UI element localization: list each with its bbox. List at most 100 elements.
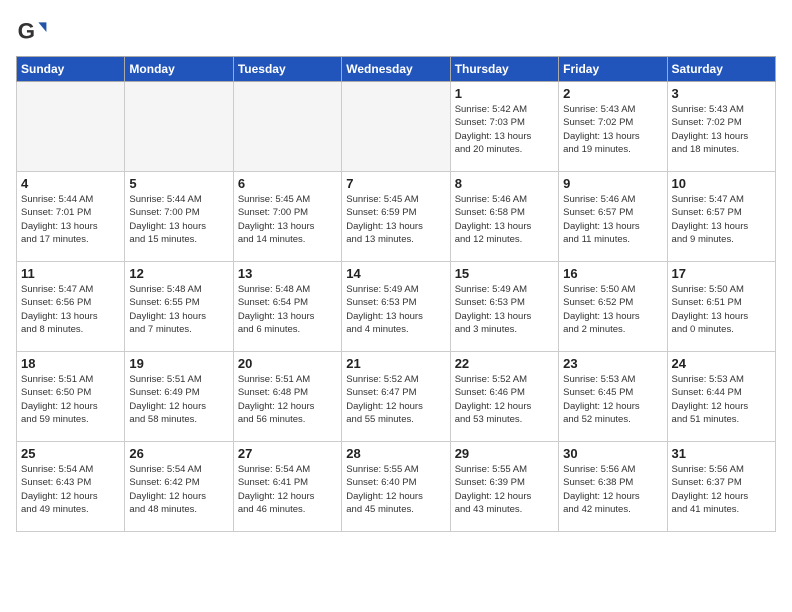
calendar-week-1: 1 Sunrise: 5:42 AM Sunset: 7:03 PM Daylig… [17, 82, 776, 172]
day-info: Sunrise: 5:53 AM Sunset: 6:45 PM Dayligh… [563, 373, 662, 426]
calendar-cell: 14 Sunrise: 5:49 AM Sunset: 6:53 PM Dayli… [342, 262, 450, 352]
calendar-cell: 15 Sunrise: 5:49 AM Sunset: 6:53 PM Dayli… [450, 262, 558, 352]
day-number: 19 [129, 356, 228, 371]
day-number: 5 [129, 176, 228, 191]
day-info: Sunrise: 5:52 AM Sunset: 6:47 PM Dayligh… [346, 373, 445, 426]
day-info: Sunrise: 5:43 AM Sunset: 7:02 PM Dayligh… [672, 103, 771, 156]
logo: G [16, 16, 52, 48]
svg-text:G: G [18, 18, 35, 43]
calendar-cell: 11 Sunrise: 5:47 AM Sunset: 6:56 PM Dayli… [17, 262, 125, 352]
day-info: Sunrise: 5:54 AM Sunset: 6:43 PM Dayligh… [21, 463, 120, 516]
col-header-monday: Monday [125, 57, 233, 82]
day-number: 15 [455, 266, 554, 281]
day-info: Sunrise: 5:47 AM Sunset: 6:57 PM Dayligh… [672, 193, 771, 246]
day-info: Sunrise: 5:55 AM Sunset: 6:39 PM Dayligh… [455, 463, 554, 516]
calendar-cell: 3 Sunrise: 5:43 AM Sunset: 7:02 PM Daylig… [667, 82, 775, 172]
calendar-cell: 7Sunrise: 5:45 AM Sunset: 6:59 PM Daylig… [342, 172, 450, 262]
day-info: Sunrise: 5:48 AM Sunset: 6:54 PM Dayligh… [238, 283, 337, 336]
calendar-week-3: 11 Sunrise: 5:47 AM Sunset: 6:56 PM Dayli… [17, 262, 776, 352]
day-info: Sunrise: 5:47 AM Sunset: 6:56 PM Dayligh… [21, 283, 120, 336]
day-number: 27 [238, 446, 337, 461]
calendar-cell: 8 Sunrise: 5:46 AM Sunset: 6:58 PM Daylig… [450, 172, 558, 262]
calendar-cell: 19 Sunrise: 5:51 AM Sunset: 6:49 PM Dayli… [125, 352, 233, 442]
calendar-cell: 10Sunrise: 5:47 AM Sunset: 6:57 PM Dayli… [667, 172, 775, 262]
calendar-cell [233, 82, 341, 172]
day-number: 13 [238, 266, 337, 281]
calendar-cell: 23 Sunrise: 5:53 AM Sunset: 6:45 PM Dayli… [559, 352, 667, 442]
calendar-cell: 22 Sunrise: 5:52 AM Sunset: 6:46 PM Dayli… [450, 352, 558, 442]
day-info: Sunrise: 5:49 AM Sunset: 6:53 PM Dayligh… [455, 283, 554, 336]
day-number: 26 [129, 446, 228, 461]
day-number: 21 [346, 356, 445, 371]
day-number: 11 [21, 266, 120, 281]
day-number: 20 [238, 356, 337, 371]
day-number: 1 [455, 86, 554, 101]
calendar-cell: 24 Sunrise: 5:53 AM Sunset: 6:44 PM Dayli… [667, 352, 775, 442]
calendar-cell: 5 Sunrise: 5:44 AM Sunset: 7:00 PM Daylig… [125, 172, 233, 262]
day-number: 25 [21, 446, 120, 461]
day-info: Sunrise: 5:46 AM Sunset: 6:57 PM Dayligh… [563, 193, 662, 246]
day-info: Sunrise: 5:51 AM Sunset: 6:50 PM Dayligh… [21, 373, 120, 426]
col-header-friday: Friday [559, 57, 667, 82]
day-info: Sunrise: 5:45 AM Sunset: 7:00 PM Dayligh… [238, 193, 337, 246]
day-number: 17 [672, 266, 771, 281]
day-info: Sunrise: 5:54 AM Sunset: 6:41 PM Dayligh… [238, 463, 337, 516]
day-number: 16 [563, 266, 662, 281]
calendar-cell: 16 Sunrise: 5:50 AM Sunset: 6:52 PM Dayli… [559, 262, 667, 352]
logo-icon: G [16, 16, 48, 48]
day-info: Sunrise: 5:44 AM Sunset: 7:01 PM Dayligh… [21, 193, 120, 246]
calendar-week-5: 25 Sunrise: 5:54 AM Sunset: 6:43 PM Dayli… [17, 442, 776, 532]
day-info: Sunrise: 5:52 AM Sunset: 6:46 PM Dayligh… [455, 373, 554, 426]
calendar-cell: 17 Sunrise: 5:50 AM Sunset: 6:51 PM Dayli… [667, 262, 775, 352]
calendar-cell: 20Sunrise: 5:51 AM Sunset: 6:48 PM Dayli… [233, 352, 341, 442]
day-info: Sunrise: 5:56 AM Sunset: 6:37 PM Dayligh… [672, 463, 771, 516]
calendar-cell: 9 Sunrise: 5:46 AM Sunset: 6:57 PM Daylig… [559, 172, 667, 262]
day-number: 30 [563, 446, 662, 461]
calendar-cell: 13 Sunrise: 5:48 AM Sunset: 6:54 PM Dayli… [233, 262, 341, 352]
day-info: Sunrise: 5:54 AM Sunset: 6:42 PM Dayligh… [129, 463, 228, 516]
calendar-cell: 30 Sunrise: 5:56 AM Sunset: 6:38 PM Dayli… [559, 442, 667, 532]
day-number: 9 [563, 176, 662, 191]
day-info: Sunrise: 5:45 AM Sunset: 6:59 PM Dayligh… [346, 193, 445, 246]
day-info: Sunrise: 5:51 AM Sunset: 6:49 PM Dayligh… [129, 373, 228, 426]
calendar-week-4: 18 Sunrise: 5:51 AM Sunset: 6:50 PM Dayli… [17, 352, 776, 442]
page-header: G [16, 16, 776, 48]
day-number: 14 [346, 266, 445, 281]
day-info: Sunrise: 5:42 AM Sunset: 7:03 PM Dayligh… [455, 103, 554, 156]
col-header-tuesday: Tuesday [233, 57, 341, 82]
day-number: 4 [21, 176, 120, 191]
day-number: 6 [238, 176, 337, 191]
calendar-cell: 28 Sunrise: 5:55 AM Sunset: 6:40 PM Dayli… [342, 442, 450, 532]
day-info: Sunrise: 5:53 AM Sunset: 6:44 PM Dayligh… [672, 373, 771, 426]
day-number: 8 [455, 176, 554, 191]
calendar-cell: 6 Sunrise: 5:45 AM Sunset: 7:00 PM Daylig… [233, 172, 341, 262]
calendar-cell [17, 82, 125, 172]
day-info: Sunrise: 5:46 AM Sunset: 6:58 PM Dayligh… [455, 193, 554, 246]
calendar-cell [342, 82, 450, 172]
calendar-cell: 2Sunrise: 5:43 AM Sunset: 7:02 PM Daylig… [559, 82, 667, 172]
day-number: 31 [672, 446, 771, 461]
calendar-cell: 27 Sunrise: 5:54 AM Sunset: 6:41 PM Dayli… [233, 442, 341, 532]
day-number: 28 [346, 446, 445, 461]
calendar-cell: 1 Sunrise: 5:42 AM Sunset: 7:03 PM Daylig… [450, 82, 558, 172]
calendar-cell: 31 Sunrise: 5:56 AM Sunset: 6:37 PM Dayli… [667, 442, 775, 532]
day-number: 3 [672, 86, 771, 101]
calendar-cell: 4 Sunrise: 5:44 AM Sunset: 7:01 PM Daylig… [17, 172, 125, 262]
day-info: Sunrise: 5:48 AM Sunset: 6:55 PM Dayligh… [129, 283, 228, 336]
calendar-cell: 18 Sunrise: 5:51 AM Sunset: 6:50 PM Dayli… [17, 352, 125, 442]
col-header-wednesday: Wednesday [342, 57, 450, 82]
day-info: Sunrise: 5:50 AM Sunset: 6:52 PM Dayligh… [563, 283, 662, 336]
day-number: 22 [455, 356, 554, 371]
day-number: 24 [672, 356, 771, 371]
day-number: 23 [563, 356, 662, 371]
day-info: Sunrise: 5:55 AM Sunset: 6:40 PM Dayligh… [346, 463, 445, 516]
day-info: Sunrise: 5:50 AM Sunset: 6:51 PM Dayligh… [672, 283, 771, 336]
day-info: Sunrise: 5:56 AM Sunset: 6:38 PM Dayligh… [563, 463, 662, 516]
day-info: Sunrise: 5:49 AM Sunset: 6:53 PM Dayligh… [346, 283, 445, 336]
day-number: 18 [21, 356, 120, 371]
calendar-cell: 21 Sunrise: 5:52 AM Sunset: 6:47 PM Dayli… [342, 352, 450, 442]
calendar-table: SundayMondayTuesdayWednesdayThursdayFrid… [16, 56, 776, 532]
day-info: Sunrise: 5:44 AM Sunset: 7:00 PM Dayligh… [129, 193, 228, 246]
col-header-thursday: Thursday [450, 57, 558, 82]
day-number: 2 [563, 86, 662, 101]
